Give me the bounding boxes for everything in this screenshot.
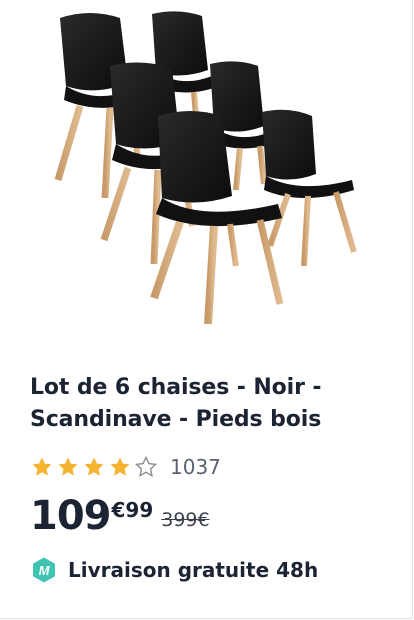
product-card[interactable]: Lot de 6 chaises - Noir - Scandinave - P…	[0, 0, 413, 619]
star-filled-icon	[32, 457, 52, 476]
m-badge-icon: M	[33, 557, 55, 583]
svg-text:M: M	[39, 563, 51, 578]
delivery-info: M Livraison gratuite 48h	[30, 556, 318, 584]
star-filled-icon	[110, 457, 130, 476]
price-cents: €99	[111, 498, 154, 522]
chairs-illustration	[54, 11, 357, 325]
price: 109 €99 399€	[30, 492, 210, 540]
star-filled-icon	[84, 457, 104, 476]
price-main: 109	[30, 493, 111, 539]
chair	[262, 109, 357, 267]
delivery-text: Livraison gratuite 48h	[68, 558, 319, 582]
star-empty-icon	[134, 455, 158, 477]
star-filled-icon	[58, 457, 78, 476]
product-title[interactable]: Lot de 6 chaises - Noir - Scandinave - P…	[30, 372, 390, 436]
product-image[interactable]	[50, 8, 362, 330]
price-old: 399€	[161, 509, 210, 531]
product-rating[interactable]: 1037	[30, 454, 221, 480]
rating-count: 1037	[170, 455, 221, 479]
